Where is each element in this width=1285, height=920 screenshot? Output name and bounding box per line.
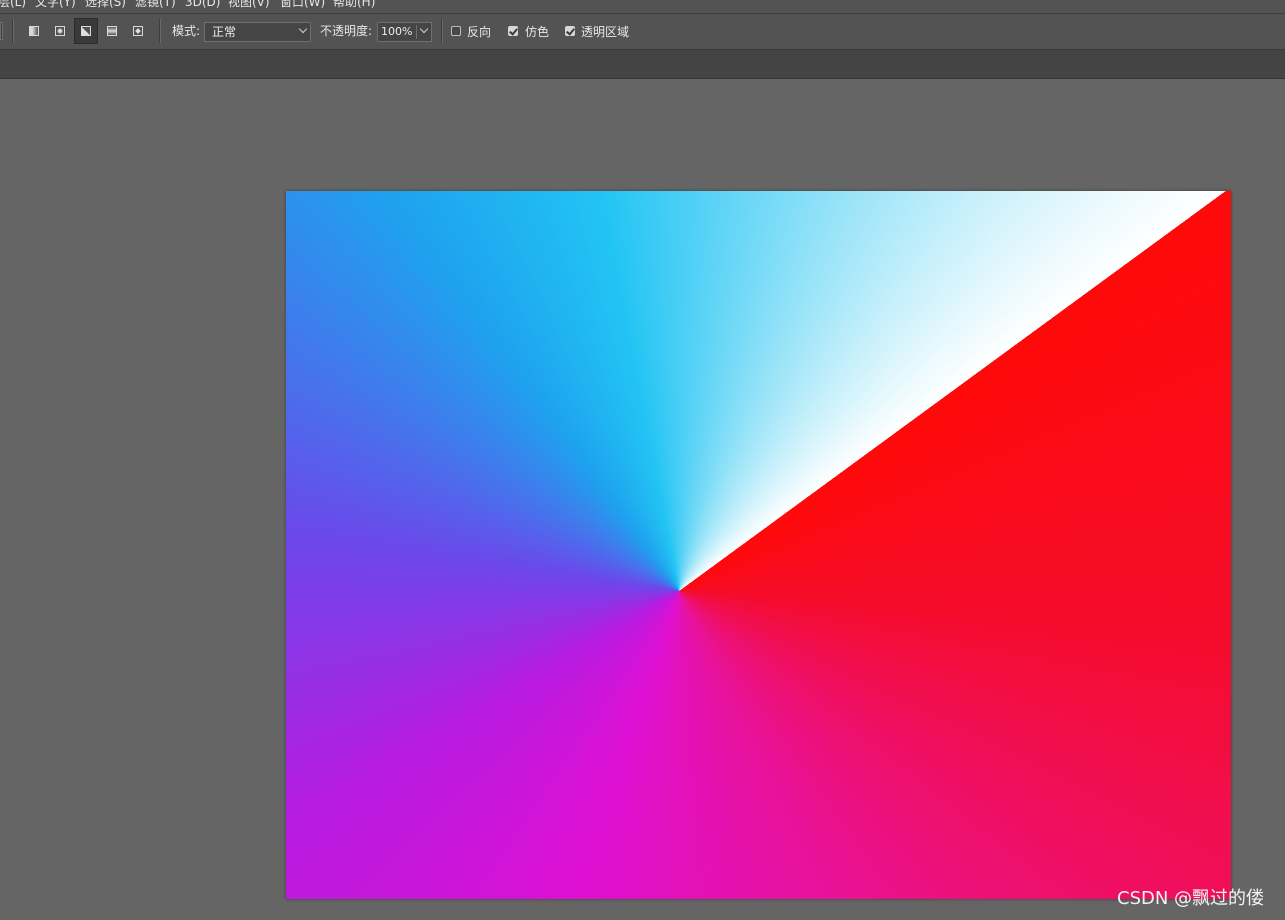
- reflected-gradient-button[interactable]: [100, 18, 124, 44]
- menu-filter[interactable]: 滤镜(T): [135, 0, 176, 9]
- menu-type[interactable]: 文字(Y): [35, 0, 76, 9]
- opacity-field[interactable]: 100%: [377, 22, 432, 42]
- document-tab-bar: [0, 50, 1285, 79]
- toolbar-divider: [441, 19, 442, 43]
- toolbar-divider: [12, 19, 13, 43]
- menu-help[interactable]: 帮助(H): [333, 0, 375, 9]
- angle-gradient-icon: [81, 26, 91, 36]
- menu-3d[interactable]: 3D(D): [185, 0, 220, 9]
- opacity-value: 100%: [381, 25, 413, 38]
- linear-gradient-button[interactable]: [22, 18, 46, 44]
- menu-layer[interactable]: 层(L): [0, 0, 26, 9]
- linear-gradient-icon: [29, 26, 39, 36]
- radial-gradient-button[interactable]: [48, 18, 72, 44]
- menu-view[interactable]: 视图(V): [228, 0, 270, 9]
- radial-gradient-icon: [55, 26, 65, 36]
- toolbar-divider: [159, 19, 160, 43]
- mode-label: 模式:: [172, 24, 201, 38]
- gradient-picker-edge[interactable]: [0, 22, 3, 40]
- field-divider: [416, 25, 417, 39]
- options-bar: 模式: 正常 不透明度: 100% 反向 仿色 透明区域: [0, 14, 1285, 50]
- reflected-gradient-icon: [107, 26, 117, 36]
- chevron-down-icon[interactable]: [419, 24, 429, 34]
- diamond-gradient-button[interactable]: [126, 18, 150, 44]
- opacity-label: 不透明度:: [320, 24, 373, 38]
- watermark: CSDN @飘过的偻: [1117, 888, 1265, 909]
- dither-checkbox[interactable]: [508, 26, 518, 36]
- menu-window[interactable]: 窗口(W): [280, 0, 325, 9]
- reverse-label: 反向: [467, 25, 492, 39]
- mode-select[interactable]: 正常: [204, 22, 311, 42]
- diamond-gradient-icon: [133, 26, 143, 36]
- menu-bar: 层(L) 文字(Y) 选择(S) 滤镜(T) 3D(D) 视图(V) 窗口(W)…: [0, 0, 1285, 14]
- dither-label: 仿色: [525, 25, 550, 39]
- angle-gradient-button[interactable]: [74, 18, 98, 44]
- transparency-checkbox[interactable]: [565, 26, 575, 36]
- photoshop-window: 层(L) 文字(Y) 选择(S) 滤镜(T) 3D(D) 视图(V) 窗口(W)…: [0, 0, 1285, 920]
- chevron-down-icon: [298, 24, 308, 34]
- canvas-workspace[interactable]: [0, 79, 1285, 920]
- reverse-checkbox[interactable]: [451, 26, 461, 36]
- document-canvas-angle-gradient[interactable]: [286, 191, 1231, 899]
- transparency-label: 透明区域: [581, 25, 630, 39]
- mode-value: 正常: [212, 25, 237, 39]
- menu-select[interactable]: 选择(S): [85, 0, 126, 9]
